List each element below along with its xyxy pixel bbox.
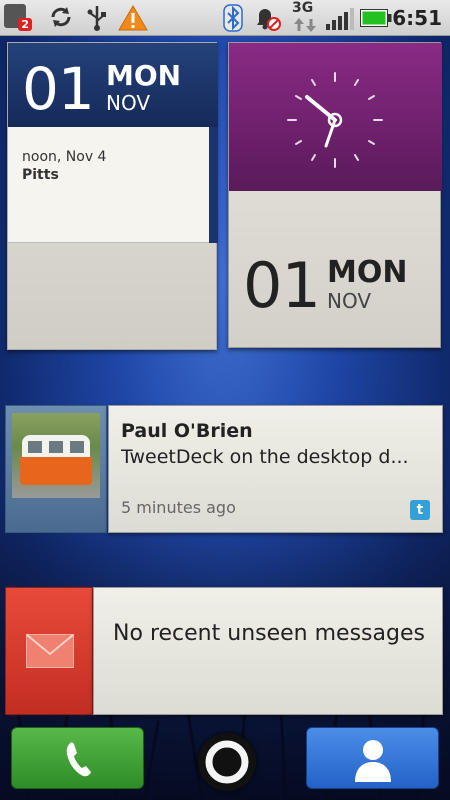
messages-card[interactable]: No recent unseen messages: [93, 587, 443, 715]
analog-clock: [229, 43, 442, 191]
messages-widget[interactable]: No recent unseen messages: [5, 587, 443, 715]
status-time: 6:51: [392, 6, 442, 30]
social-status-widget[interactable]: Paul O'Brien TweetDeck on the desktop d.…: [5, 405, 443, 533]
usb-icon: [87, 6, 106, 31]
contact-photo: [12, 413, 100, 498]
sync-icon: [51, 7, 71, 27]
messages-icon-tab[interactable]: [5, 587, 93, 715]
calendar-event[interactable]: noon, Nov 4 Pitts: [8, 127, 209, 243]
clock-day: 01: [243, 249, 321, 322]
clock-face-icon: [287, 72, 383, 168]
calendar-weekday: MON: [106, 59, 182, 92]
warning-icon: [118, 5, 148, 31]
notification-app-icon[interactable]: 2: [4, 4, 32, 31]
messages-status: No recent unseen messages: [113, 621, 425, 646]
network-type-label: 3G: [292, 0, 314, 16]
contacts-button[interactable]: [306, 727, 439, 789]
calendar-date-header: 01 MON NOV: [8, 43, 218, 127]
post-author: Paul O'Brien: [121, 420, 253, 442]
home-button[interactable]: [198, 733, 256, 791]
post-text: TweetDeck on the desktop d...: [121, 446, 409, 468]
clock-widget[interactable]: 01 MON NOV: [228, 42, 442, 348]
event-time: noon, Nov 4: [22, 149, 107, 165]
contact-photo-frame[interactable]: [5, 405, 107, 533]
event-location: Pitts: [22, 167, 59, 183]
ringer-off-icon: [257, 9, 281, 31]
calendar-day: 01: [22, 55, 95, 123]
social-post-card[interactable]: Paul O'Brien TweetDeck on the desktop d.…: [108, 405, 443, 533]
calendar-color-stripe: [209, 127, 218, 243]
clock-month: NOV: [327, 289, 372, 313]
bluetooth-icon: [223, 4, 243, 32]
phone-button[interactable]: [11, 727, 144, 789]
twitter-icon: t: [410, 500, 430, 520]
status-bar: 2 3G 6:51: [0, 0, 450, 36]
calendar-month: NOV: [106, 91, 151, 115]
post-time: 5 minutes ago: [121, 498, 236, 517]
envelope-icon: [26, 634, 74, 668]
clock-weekday: MON: [327, 255, 408, 290]
contacts-icon: [355, 740, 391, 782]
data-activity-icon: [294, 18, 316, 32]
signal-icon: [326, 8, 354, 30]
home-icon: [205, 740, 249, 784]
battery-icon: [360, 9, 392, 27]
notification-badge: 2: [18, 18, 32, 31]
phone-icon: [66, 742, 91, 777]
calendar-widget[interactable]: 01 MON NOV noon, Nov 4 Pitts: [7, 42, 218, 350]
